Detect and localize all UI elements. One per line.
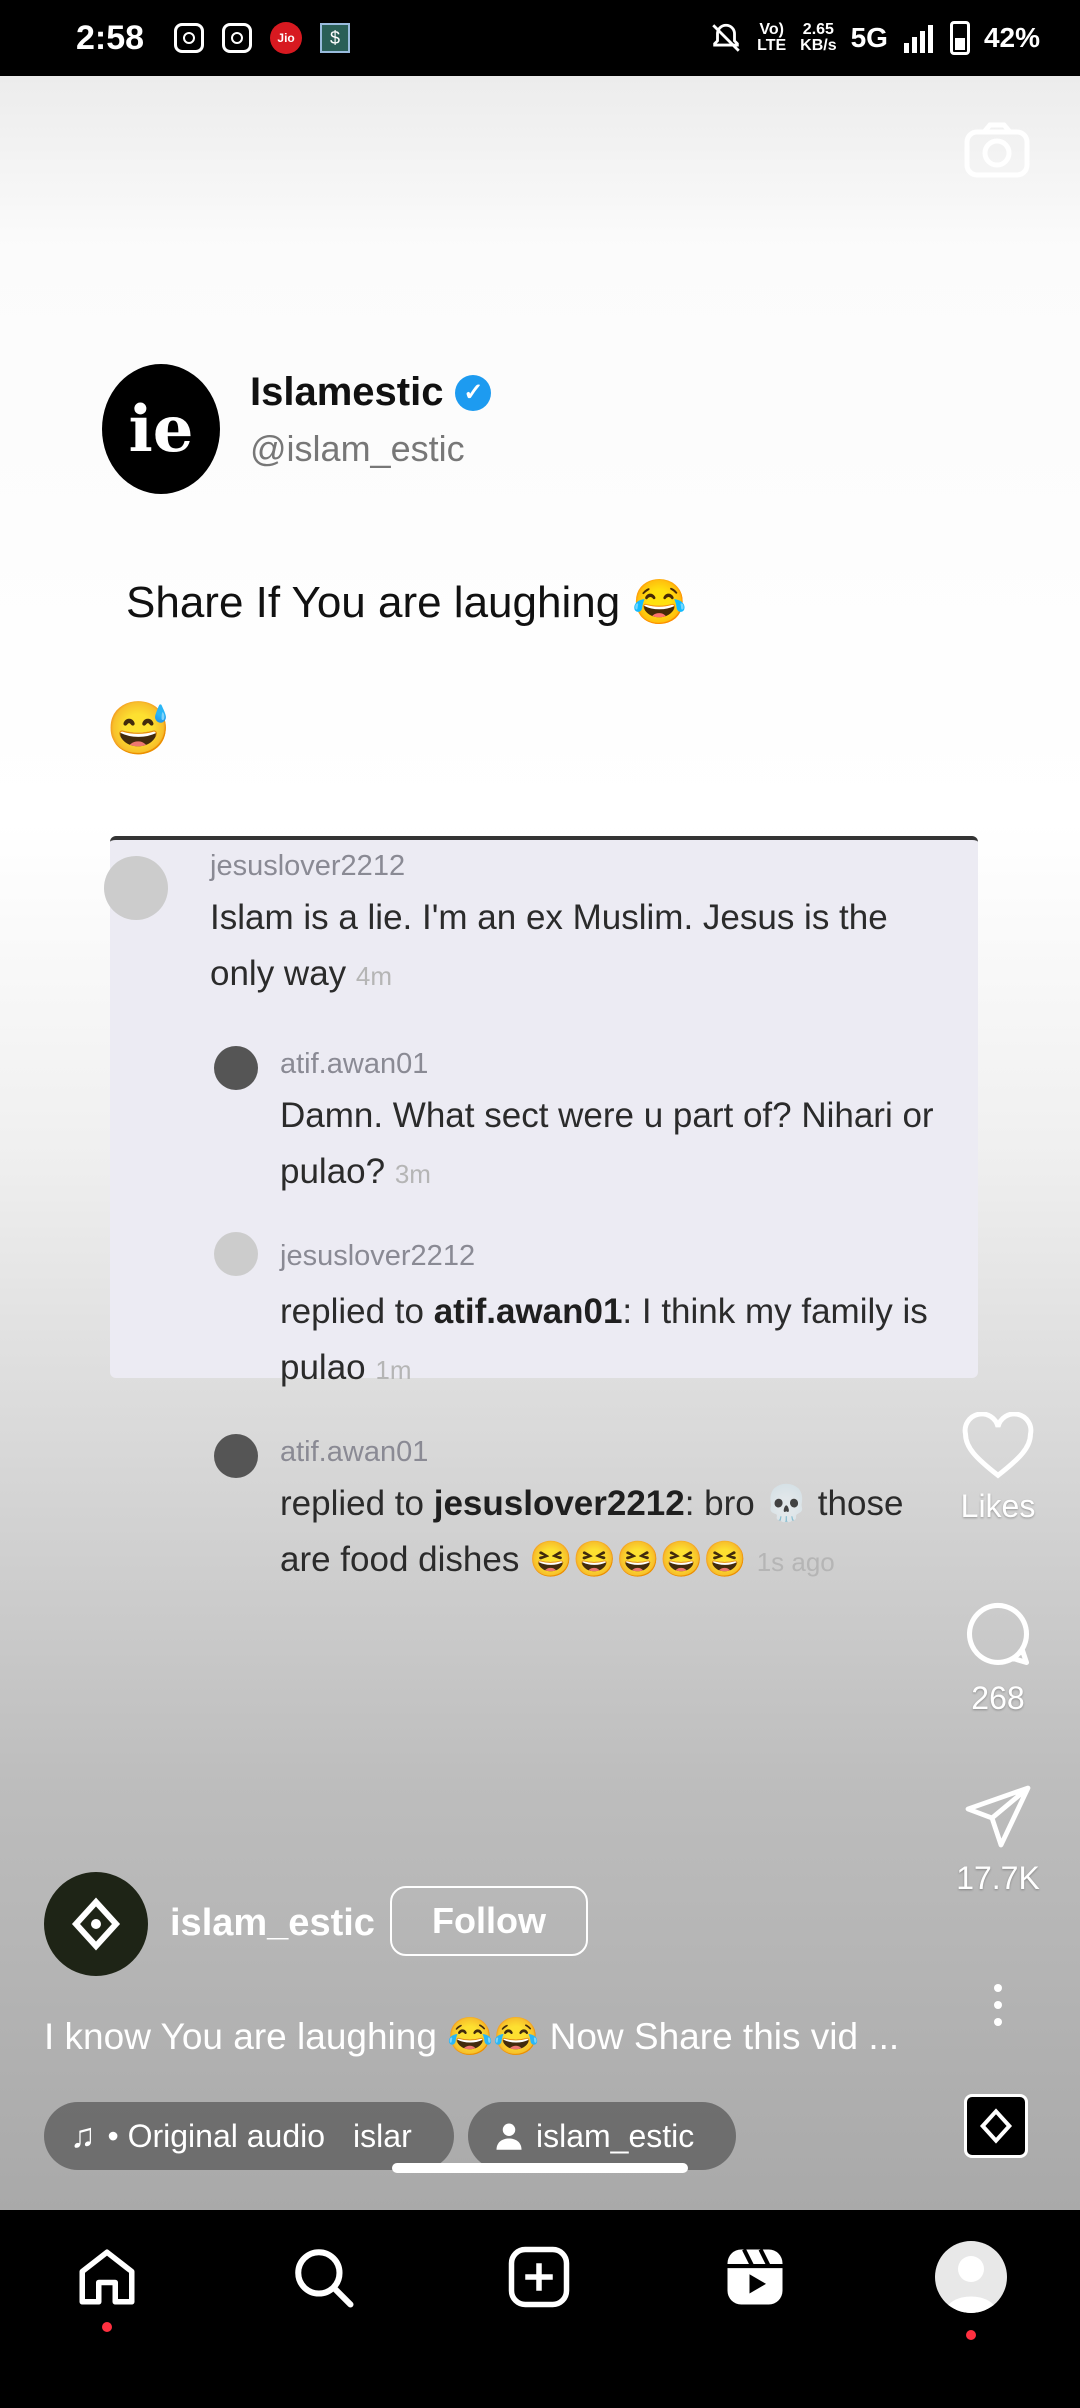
send-icon[interactable] xyxy=(962,1784,1034,1852)
profile-notification-dot xyxy=(966,2330,976,2340)
network-type: 5G xyxy=(850,22,888,53)
jio-icon: Jio xyxy=(270,22,303,54)
nav-create[interactable] xyxy=(502,2240,576,2314)
instagram-notification-icon-2 xyxy=(222,23,253,53)
person-icon xyxy=(496,2123,522,2150)
home-indicator[interactable] xyxy=(392,2163,688,2173)
reel-owner-name[interactable]: islam_estic xyxy=(170,1902,375,1945)
share-action[interactable]: 17.7K xyxy=(940,1784,1056,1897)
channel-logo-icon xyxy=(71,1897,121,1951)
home-icon[interactable] xyxy=(74,2244,140,2310)
add-post-icon[interactable] xyxy=(506,2244,572,2310)
audio-thumbnail[interactable] xyxy=(964,2094,1028,2158)
channel-logo-icon xyxy=(979,2108,1013,2144)
post-author-name: Islamestic ✓ xyxy=(250,370,492,415)
comment-screenshot: jesuslover2212 Islam is a lie. I'm an ex… xyxy=(104,836,978,1387)
signal-icon xyxy=(903,25,933,53)
reel-video[interactable]: ie Islamestic ✓ @islam_estic Share If Yo… xyxy=(0,76,1080,2210)
comment-avatar xyxy=(214,1434,258,1478)
reels-icon[interactable] xyxy=(722,2244,788,2310)
profile-avatar[interactable] xyxy=(935,2241,1007,2313)
battery-percent: 42% xyxy=(983,22,1040,53)
likes-label: Likes xyxy=(960,1488,1036,1524)
status-bar: 2:58 Jio $ Vo) LTE 2.65 KB/s 5G 42% xyxy=(0,0,1080,76)
music-note-icon: ♫ xyxy=(70,2116,96,2155)
camera-icon[interactable] xyxy=(964,122,1030,178)
comment-avatar xyxy=(104,856,168,920)
battery-icon xyxy=(949,21,970,55)
audio-chip[interactable]: ♫ • Original audio islar xyxy=(44,2102,454,2170)
comments-count: 268 xyxy=(971,1680,1025,1716)
reel-owner-avatar[interactable] xyxy=(44,1872,148,1976)
instagram-notification-icon xyxy=(174,23,205,53)
comment-icon[interactable] xyxy=(960,1596,1036,1672)
post-text: Share If You are laughing 😂 xyxy=(126,578,688,627)
heart-icon[interactable] xyxy=(960,1412,1036,1480)
more-options-icon[interactable] xyxy=(992,1982,1004,2028)
mute-icon xyxy=(712,23,740,52)
status-time: 2:58 xyxy=(76,18,145,57)
comment-text: Islam is a lie. I'm an ex Muslim. Jesus … xyxy=(210,898,888,993)
post-author-avatar: ie xyxy=(102,364,220,494)
comment-username: jesuslover2212 xyxy=(280,1240,476,1272)
net-speed: 2.65 KB/s xyxy=(800,21,837,54)
sweat-smile-emoji: 😅 xyxy=(106,700,171,758)
post-author-handle: @islam_estic xyxy=(250,428,465,469)
comment-username: atif.awan01 xyxy=(280,1436,429,1468)
tagged-user-chip[interactable]: islam_estic xyxy=(468,2102,736,2170)
bottom-navigation xyxy=(0,2210,1080,2408)
comment-text: replied to jesuslover2212: bro 💀 those a… xyxy=(280,1484,904,1579)
comment-action[interactable]: 268 xyxy=(940,1596,1056,1717)
shares-count: 17.7K xyxy=(956,1860,1040,1896)
default-avatar-icon xyxy=(945,2256,997,2313)
follow-button[interactable]: Follow xyxy=(390,1886,588,1956)
laughing-emoji: 😂 xyxy=(632,578,688,627)
verified-badge-icon: ✓ xyxy=(455,374,492,411)
reel-caption[interactable]: I know You are laughing 😂😂 Now Share thi… xyxy=(44,2016,899,2059)
comment-avatar xyxy=(214,1232,258,1276)
comment-text: Damn. What sect were u part of? Nihari o… xyxy=(280,1096,934,1191)
search-icon[interactable] xyxy=(290,2244,356,2310)
nav-search[interactable] xyxy=(286,2240,360,2314)
volte-indicator: Vo) LTE xyxy=(757,21,787,54)
comment-avatar xyxy=(214,1046,258,1090)
comment-text: replied to atif.awan01: I think my famil… xyxy=(280,1292,928,1387)
comment-username: atif.awan01 xyxy=(280,1048,429,1080)
like-action[interactable]: Likes xyxy=(940,1412,1056,1525)
security-app-icon: $ xyxy=(320,23,351,53)
home-notification-dot xyxy=(102,2322,112,2332)
nav-home[interactable] xyxy=(70,2240,144,2314)
nav-reels[interactable] xyxy=(718,2240,792,2314)
comment-username: jesuslover2212 xyxy=(210,850,406,882)
nav-profile[interactable] xyxy=(934,2240,1008,2314)
